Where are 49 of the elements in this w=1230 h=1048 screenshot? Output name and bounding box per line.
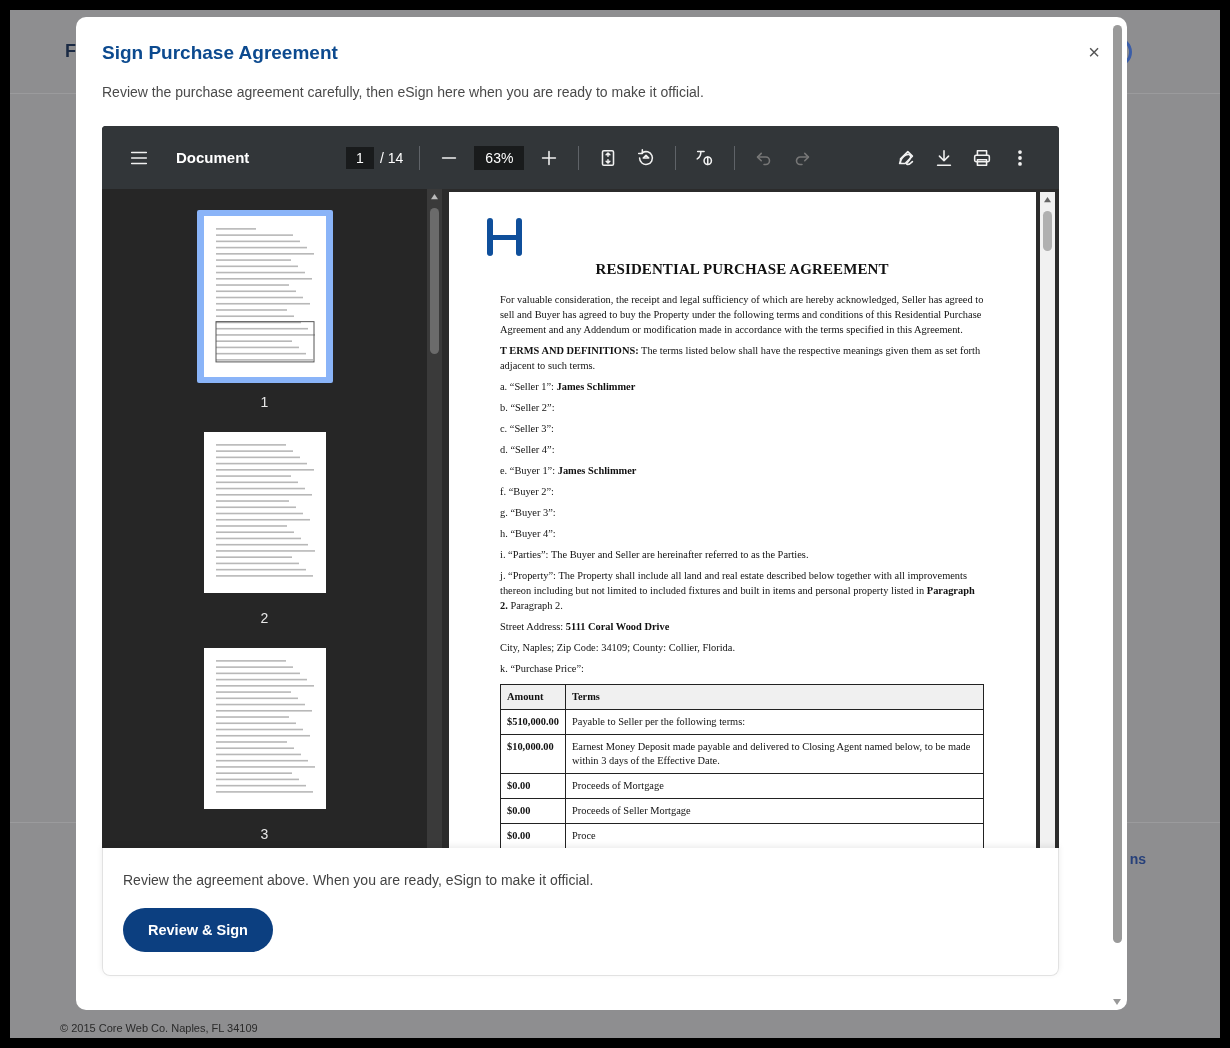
- scrollbar-thumb[interactable]: [430, 208, 439, 354]
- document-paragraph: j. “Property”: The Property shall include all land and real estate described below together with all improvements thereon including but not limited to included fixtures and built in items and personal property listed in Paragraph 2. Paragraph 2.: [500, 569, 976, 613]
- document-paragraph: k. “Purchase Price”:: [500, 662, 585, 676]
- page-thumbnail[interactable]: [196, 210, 333, 383]
- scroll-up-icon[interactable]: [430, 193, 439, 200]
- page-number-field[interactable]: 1: [346, 146, 374, 169]
- page-number: 2: [260, 610, 269, 628]
- document-title: Document: [176, 149, 251, 166]
- zoom-field[interactable]: 63%: [474, 145, 525, 170]
- sign-note: Review the agreement above. When you are ready, eSign to make it official.: [123, 872, 595, 888]
- document-paragraph: g. “Buyer 3”:: [500, 506, 557, 520]
- scroll-down-icon[interactable]: [1112, 998, 1122, 1006]
- table-cell: $0.00: [500, 823, 566, 848]
- copyright-text: © 2015 Core Web Co. Naples, FL 34109: [60, 1022, 259, 1034]
- document-paragraph: f. “Buyer 2”:: [500, 485, 555, 499]
- table-cell: Earnest Money Deposit made payable and delivered to Closing Agent named below, to be made within 3 days of the Effective Date.: [565, 734, 984, 774]
- scroll-up-icon[interactable]: [1043, 196, 1052, 203]
- scrollbar-thumb[interactable]: [1112, 25, 1122, 943]
- intro-text: Review the purchase agreement carefully, then eSign here when you are ready to make it official.: [102, 84, 705, 100]
- document-heading: RESIDENTIAL PURCHASE AGREEMENT: [594, 261, 890, 278]
- document-paragraph: b. “Seller 2”:: [500, 401, 556, 415]
- logo-icon: [486, 217, 524, 257]
- document-paragraph: e. “Buyer 1”: James Schlimmer: [500, 464, 638, 478]
- table-cell: $510,000.00: [500, 709, 566, 735]
- page-count: / 14: [380, 149, 404, 166]
- table-cell: $0.00: [500, 798, 566, 824]
- page-number: 3: [260, 826, 269, 844]
- site-title: F: [65, 41, 76, 62]
- table-header: Terms: [565, 684, 984, 710]
- table-cell: Proceeds of Mortgage: [565, 773, 984, 799]
- table-cell: Proceeds of Seller Mortgage: [565, 798, 984, 824]
- table-header: Amount: [500, 684, 566, 710]
- close-button[interactable]: ×: [1084, 41, 1104, 64]
- table-cell: Payable to Seller per the following terms:: [565, 709, 984, 735]
- document-paragraph: i. “Parties”: The Buyer and Seller are hereinafter referred to as the Parties.: [500, 548, 810, 562]
- table-cell: $0.00: [500, 773, 566, 799]
- page-number: 1: [260, 394, 269, 412]
- document-paragraph: a. “Seller 1”: James Schlimmer: [500, 380, 637, 394]
- document-paragraph: City, Naples; Zip Code: 34109; County: Collier, Florida.: [500, 641, 736, 655]
- scrollbar-thumb[interactable]: [1043, 211, 1052, 251]
- document-paragraph: For valuable consideration, the receipt and legal sufficiency of which are hereby acknowledged, Seller has agreed to sell and Buyer has agreed to buy the Property under the following terms and conditions of this Residential Purchase Agreement and any Addendum or modification made in accordance with the terms specified in this Agreement.: [500, 293, 984, 337]
- document-paragraph: Street Address: 5111 Coral Wood Drive: [500, 620, 671, 634]
- document-paragraph: T ERMS AND DEFINITIONS: The terms listed below shall have the respective meanings given them as set forth adjacent to such terms.: [500, 344, 982, 373]
- document-paragraph: h. “Buyer 4”:: [500, 527, 557, 541]
- table-cell: $10,000.00: [500, 734, 566, 774]
- review-sign-button[interactable]: Review & Sign: [123, 908, 273, 952]
- modal-title: Sign Purchase Agreement: [102, 41, 338, 64]
- document-paragraph: d. “Seller 4”:: [500, 443, 556, 457]
- document-paragraph: c. “Seller 3”:: [500, 422, 555, 436]
